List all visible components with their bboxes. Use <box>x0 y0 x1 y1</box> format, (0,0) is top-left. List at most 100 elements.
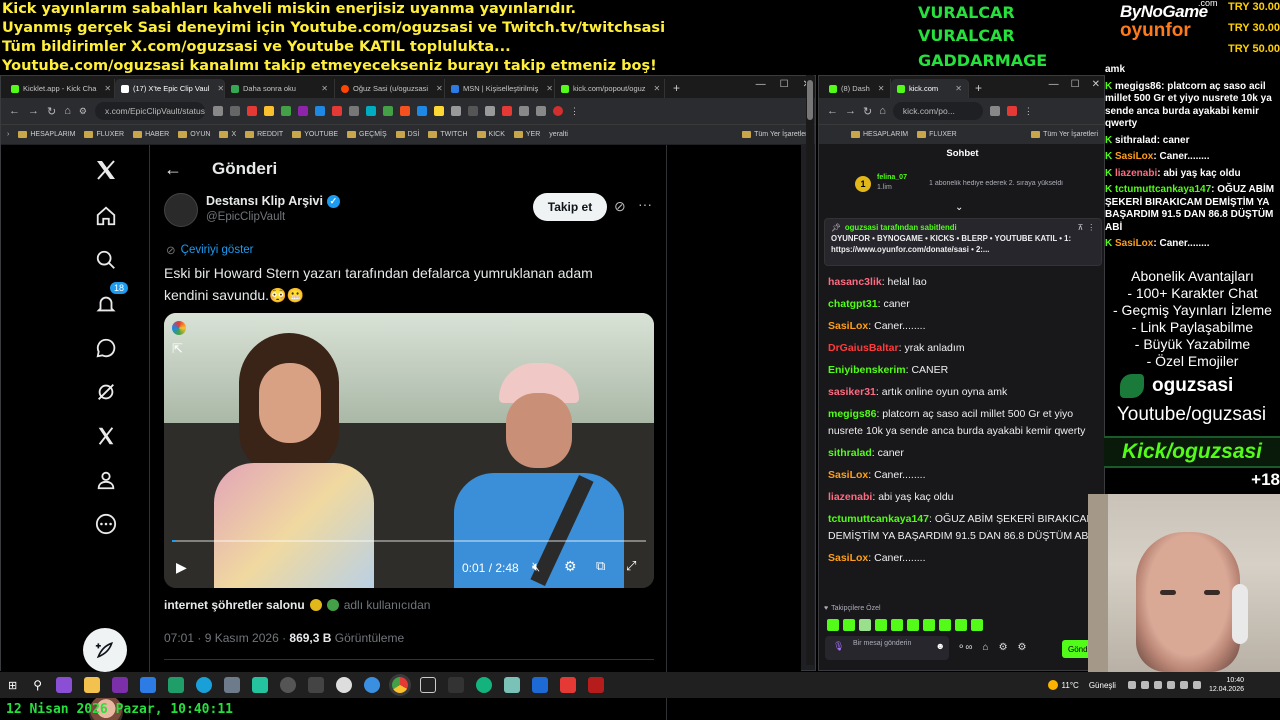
mute-icon[interactable]: 🔇︎ <box>532 559 540 575</box>
music-icon[interactable] <box>448 677 465 693</box>
close-icon[interactable]: ✕ <box>317 84 328 93</box>
new-tab-button[interactable]: + <box>969 79 988 98</box>
chat-username[interactable]: megigs86 <box>828 408 876 420</box>
vivaldi-icon[interactable] <box>560 677 577 693</box>
premium-x-icon[interactable] <box>91 421 121 451</box>
play-icon[interactable]: ▶ <box>176 559 187 576</box>
tab-x-post[interactable]: (17) X'te Epic Clip Vaul ✕ <box>115 79 225 98</box>
site-info-icon[interactable]: ⚙ <box>79 106 87 117</box>
tab-kicklet[interactable]: Kicklet.app - Kick Cha ✕ <box>5 79 115 98</box>
bookmark-folder[interactable]: FLUXER <box>84 131 124 138</box>
extension-icon[interactable] <box>552 106 563 116</box>
extension-icon[interactable] <box>518 106 529 116</box>
chat-username[interactable]: SasiLox <box>828 469 868 481</box>
tab-reddit[interactable]: Oğuz Sasi (u/oguzsasi ✕ <box>335 79 445 98</box>
scrollbar-thumb[interactable] <box>807 80 813 120</box>
mic-icon[interactable]: 🎙︎ <box>833 642 844 651</box>
unpin-icon[interactable]: ⊼ <box>1077 222 1083 233</box>
follow-button[interactable]: Takip et <box>533 193 607 221</box>
tab-dashboard[interactable]: (8) Dash ✕ <box>823 79 891 98</box>
app-blue2-icon[interactable] <box>532 677 549 693</box>
extension-icon[interactable] <box>246 106 257 116</box>
app-pen-icon[interactable] <box>504 677 521 693</box>
more-icon[interactable]: ⋮ <box>1087 222 1095 233</box>
extension-icon[interactable] <box>535 106 546 116</box>
clock-app-icon[interactable] <box>336 677 353 693</box>
chat-username[interactable]: hasanc3lik <box>828 276 882 288</box>
app-p-icon[interactable] <box>420 677 437 693</box>
app-feather-icon[interactable] <box>56 677 73 693</box>
monitor-icon[interactable] <box>140 677 157 693</box>
menu-icon[interactable]: ⋮ <box>570 106 579 117</box>
emote-icon[interactable] <box>843 619 855 631</box>
bookmark-folder[interactable]: YOUTUBE <box>292 131 338 138</box>
close-icon[interactable]: ✕ <box>874 84 885 93</box>
author-avatar[interactable] <box>164 193 198 227</box>
chat-username[interactable]: sasiker31 <box>828 386 876 398</box>
chat-username[interactable]: DrGaiusBaltar <box>828 342 899 354</box>
extension-icon[interactable] <box>212 106 223 116</box>
file-explorer-icon[interactable] <box>84 677 101 693</box>
app-gray-icon[interactable] <box>308 677 325 693</box>
author-name[interactable]: Destansı Klip Arşivi ✓ <box>206 194 340 208</box>
extension-icon[interactable] <box>450 106 461 116</box>
emote-icon[interactable] <box>971 619 983 631</box>
extension-icon[interactable] <box>331 106 342 116</box>
captions-icon[interactable]: ⧉ <box>596 558 605 574</box>
emote-icon[interactable] <box>955 619 967 631</box>
fullscreen-icon[interactable]: ⤢ <box>626 558 636 574</box>
bookmark-folder[interactable]: HESAPLARIM <box>18 131 75 138</box>
menu-icon[interactable]: ⋮ <box>1024 106 1033 117</box>
x-logo-icon[interactable] <box>91 155 121 185</box>
notifications-icon[interactable]: 18 <box>91 281 130 319</box>
store-icon[interactable]: ⌂ <box>983 642 989 653</box>
extension-icon[interactable] <box>365 106 376 116</box>
weather-widget[interactable]: 11°C Güneşli <box>1047 680 1116 690</box>
tray-icon[interactable] <box>1140 681 1149 689</box>
chat-username[interactable]: chatgpt31 <box>828 298 878 310</box>
app-green-icon[interactable] <box>168 677 185 693</box>
more-icon[interactable] <box>91 509 121 539</box>
bookmark-folder[interactable]: GEÇMİŞ <box>347 131 387 138</box>
search-icon[interactable] <box>91 245 121 275</box>
post-video[interactable]: ⇱ ▶ 0:01 / 2:48 🔇︎ ⚙ ⧉ ⤢ <box>164 313 654 588</box>
extension-icon[interactable] <box>501 106 512 116</box>
messages-icon[interactable] <box>91 333 121 363</box>
all-bookmarks[interactable]: Tüm Yer İşaretleri <box>1031 131 1098 138</box>
edge-icon[interactable] <box>196 677 213 693</box>
extension-icon[interactable] <box>989 106 1000 116</box>
reload-icon[interactable]: ↻ <box>863 105 872 118</box>
open-external-icon[interactable]: ⇱ <box>172 341 183 357</box>
tab-read-later[interactable]: Daha sonra oku ✕ <box>225 79 335 98</box>
points-icon[interactable]: ⚬∞ <box>957 642 973 653</box>
extension-icon[interactable] <box>229 106 240 116</box>
home-icon[interactable] <box>91 201 121 231</box>
emote-icon[interactable] <box>923 619 935 631</box>
forward-icon[interactable]: → <box>845 105 856 117</box>
source-attribution[interactable]: internet şöhretler salonu adlı kullanıcı… <box>164 598 430 612</box>
emote-icon[interactable] <box>939 619 951 631</box>
tray-icon[interactable] <box>1153 681 1162 689</box>
tab-kick-popout[interactable]: kick.com/popout/oguz ✕ <box>555 79 665 98</box>
close-icon[interactable]: ✕ <box>650 84 661 93</box>
settings-icon[interactable]: ⚙ <box>999 642 1008 653</box>
bookmark-folder[interactable]: X <box>219 131 236 138</box>
close-icon[interactable]: ✕ <box>213 84 224 93</box>
close-icon[interactable]: ✕ <box>100 84 111 93</box>
app-blue-icon[interactable] <box>364 677 381 693</box>
page-scrollbar[interactable] <box>806 75 814 665</box>
chat-username[interactable]: liazenabi <box>828 491 872 503</box>
chat-username[interactable]: sithralad <box>828 447 872 459</box>
compose-post-button[interactable] <box>83 628 127 672</box>
close-icon[interactable]: ✕ <box>542 84 553 93</box>
app-teal-icon[interactable] <box>252 677 269 693</box>
video-progress-track[interactable] <box>172 540 646 542</box>
chrome-icon[interactable] <box>392 677 409 693</box>
extension-icon[interactable] <box>433 106 444 116</box>
maximize-icon[interactable]: ☐ <box>1071 79 1080 90</box>
extension-icon[interactable] <box>263 106 274 116</box>
mod-icon[interactable]: ⚙ <box>1018 642 1027 653</box>
pinned-message[interactable]: 📌︎ oguzsasi tarafından sabitlendi ⊼ ⋮ OY… <box>824 218 1102 266</box>
profile-icon[interactable] <box>91 465 121 495</box>
minimize-icon[interactable]: — <box>1049 79 1059 90</box>
